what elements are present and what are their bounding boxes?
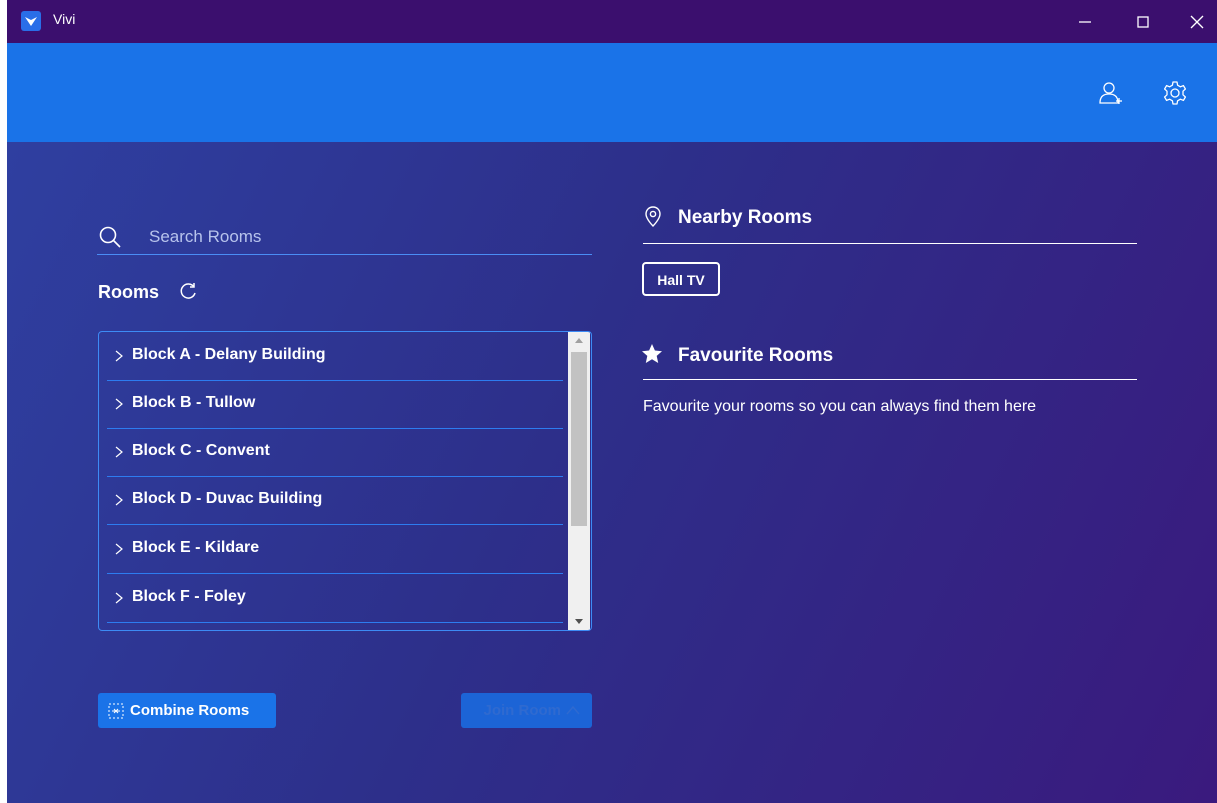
chevron-right-icon [115, 350, 123, 362]
room-item-label: Block D - Duvac Building [132, 490, 323, 507]
scrollbar-thumb[interactable] [571, 352, 587, 526]
nearby-room-label: Hall TV [657, 272, 705, 288]
room-item-block-c[interactable]: Block C - Convent [107, 428, 563, 477]
combine-icon [108, 703, 124, 719]
app-header [7, 43, 1217, 142]
room-item-label: Block F - Foley [132, 588, 246, 605]
combine-rooms-label: Combine Rooms [130, 702, 250, 719]
search-icon [99, 226, 121, 248]
app-window: Vivi Search Rooms Rooms Block A - Delany… [7, 0, 1217, 803]
rooms-list: Block A - Delany Building Block B - Tull… [98, 331, 592, 631]
scroll-down-arrow-icon[interactable] [568, 613, 590, 630]
chevron-up-icon [566, 705, 580, 715]
combine-rooms-button[interactable]: Combine Rooms [98, 693, 276, 728]
refresh-icon[interactable] [177, 280, 199, 302]
favourite-rooms-title: Favourite Rooms [678, 345, 834, 366]
join-room-label: Join Room [483, 702, 562, 719]
favourites-divider [643, 379, 1137, 380]
star-icon [642, 344, 662, 363]
room-item-block-f[interactable]: Block F - Foley [107, 574, 563, 623]
room-item-block-a[interactable]: Block A - Delany Building [107, 332, 563, 381]
room-item-label: Block C - Convent [132, 442, 270, 459]
search-bar [97, 220, 592, 255]
chevron-right-icon [115, 494, 123, 506]
chevron-right-icon [115, 398, 123, 410]
scroll-up-arrow-icon[interactable] [568, 332, 590, 349]
favourites-empty-text: Favourite your rooms so you can always f… [643, 398, 1037, 415]
main-content: Rooms Block A - Delany Building Block B … [7, 142, 1217, 803]
room-item-label: Block E - Kildare [132, 539, 260, 556]
join-room-button[interactable]: Join Room [461, 693, 592, 728]
room-item-block-b[interactable]: Block B - Tullow [107, 380, 563, 429]
chevron-right-icon [115, 592, 123, 604]
room-item-block-d[interactable]: Block D - Duvac Building [107, 476, 563, 525]
title-bar: Vivi [7, 0, 1217, 43]
room-item-label: Block A - Delany Building [132, 346, 326, 363]
rooms-scrollbar[interactable] [568, 332, 590, 630]
vivi-logo-icon [21, 11, 41, 31]
nearby-divider [643, 243, 1137, 244]
minimize-icon[interactable] [1073, 10, 1097, 34]
chevron-right-icon [115, 446, 123, 458]
nearby-rooms-title: Nearby Rooms [678, 207, 813, 228]
gear-icon[interactable] [1161, 79, 1189, 107]
nearby-room-chip[interactable]: Hall TV [642, 262, 720, 296]
search-input[interactable] [147, 222, 581, 252]
maximize-icon[interactable] [1131, 10, 1155, 34]
location-pin-icon [645, 206, 661, 227]
rooms-title: Rooms [98, 282, 160, 302]
chevron-right-icon [115, 543, 123, 555]
room-item-label: Block B - Tullow [132, 394, 256, 411]
add-user-icon[interactable] [1097, 79, 1125, 107]
window-title: Vivi [53, 11, 76, 27]
room-item-block-e[interactable]: Block E - Kildare [107, 525, 563, 574]
close-icon[interactable] [1185, 10, 1209, 34]
